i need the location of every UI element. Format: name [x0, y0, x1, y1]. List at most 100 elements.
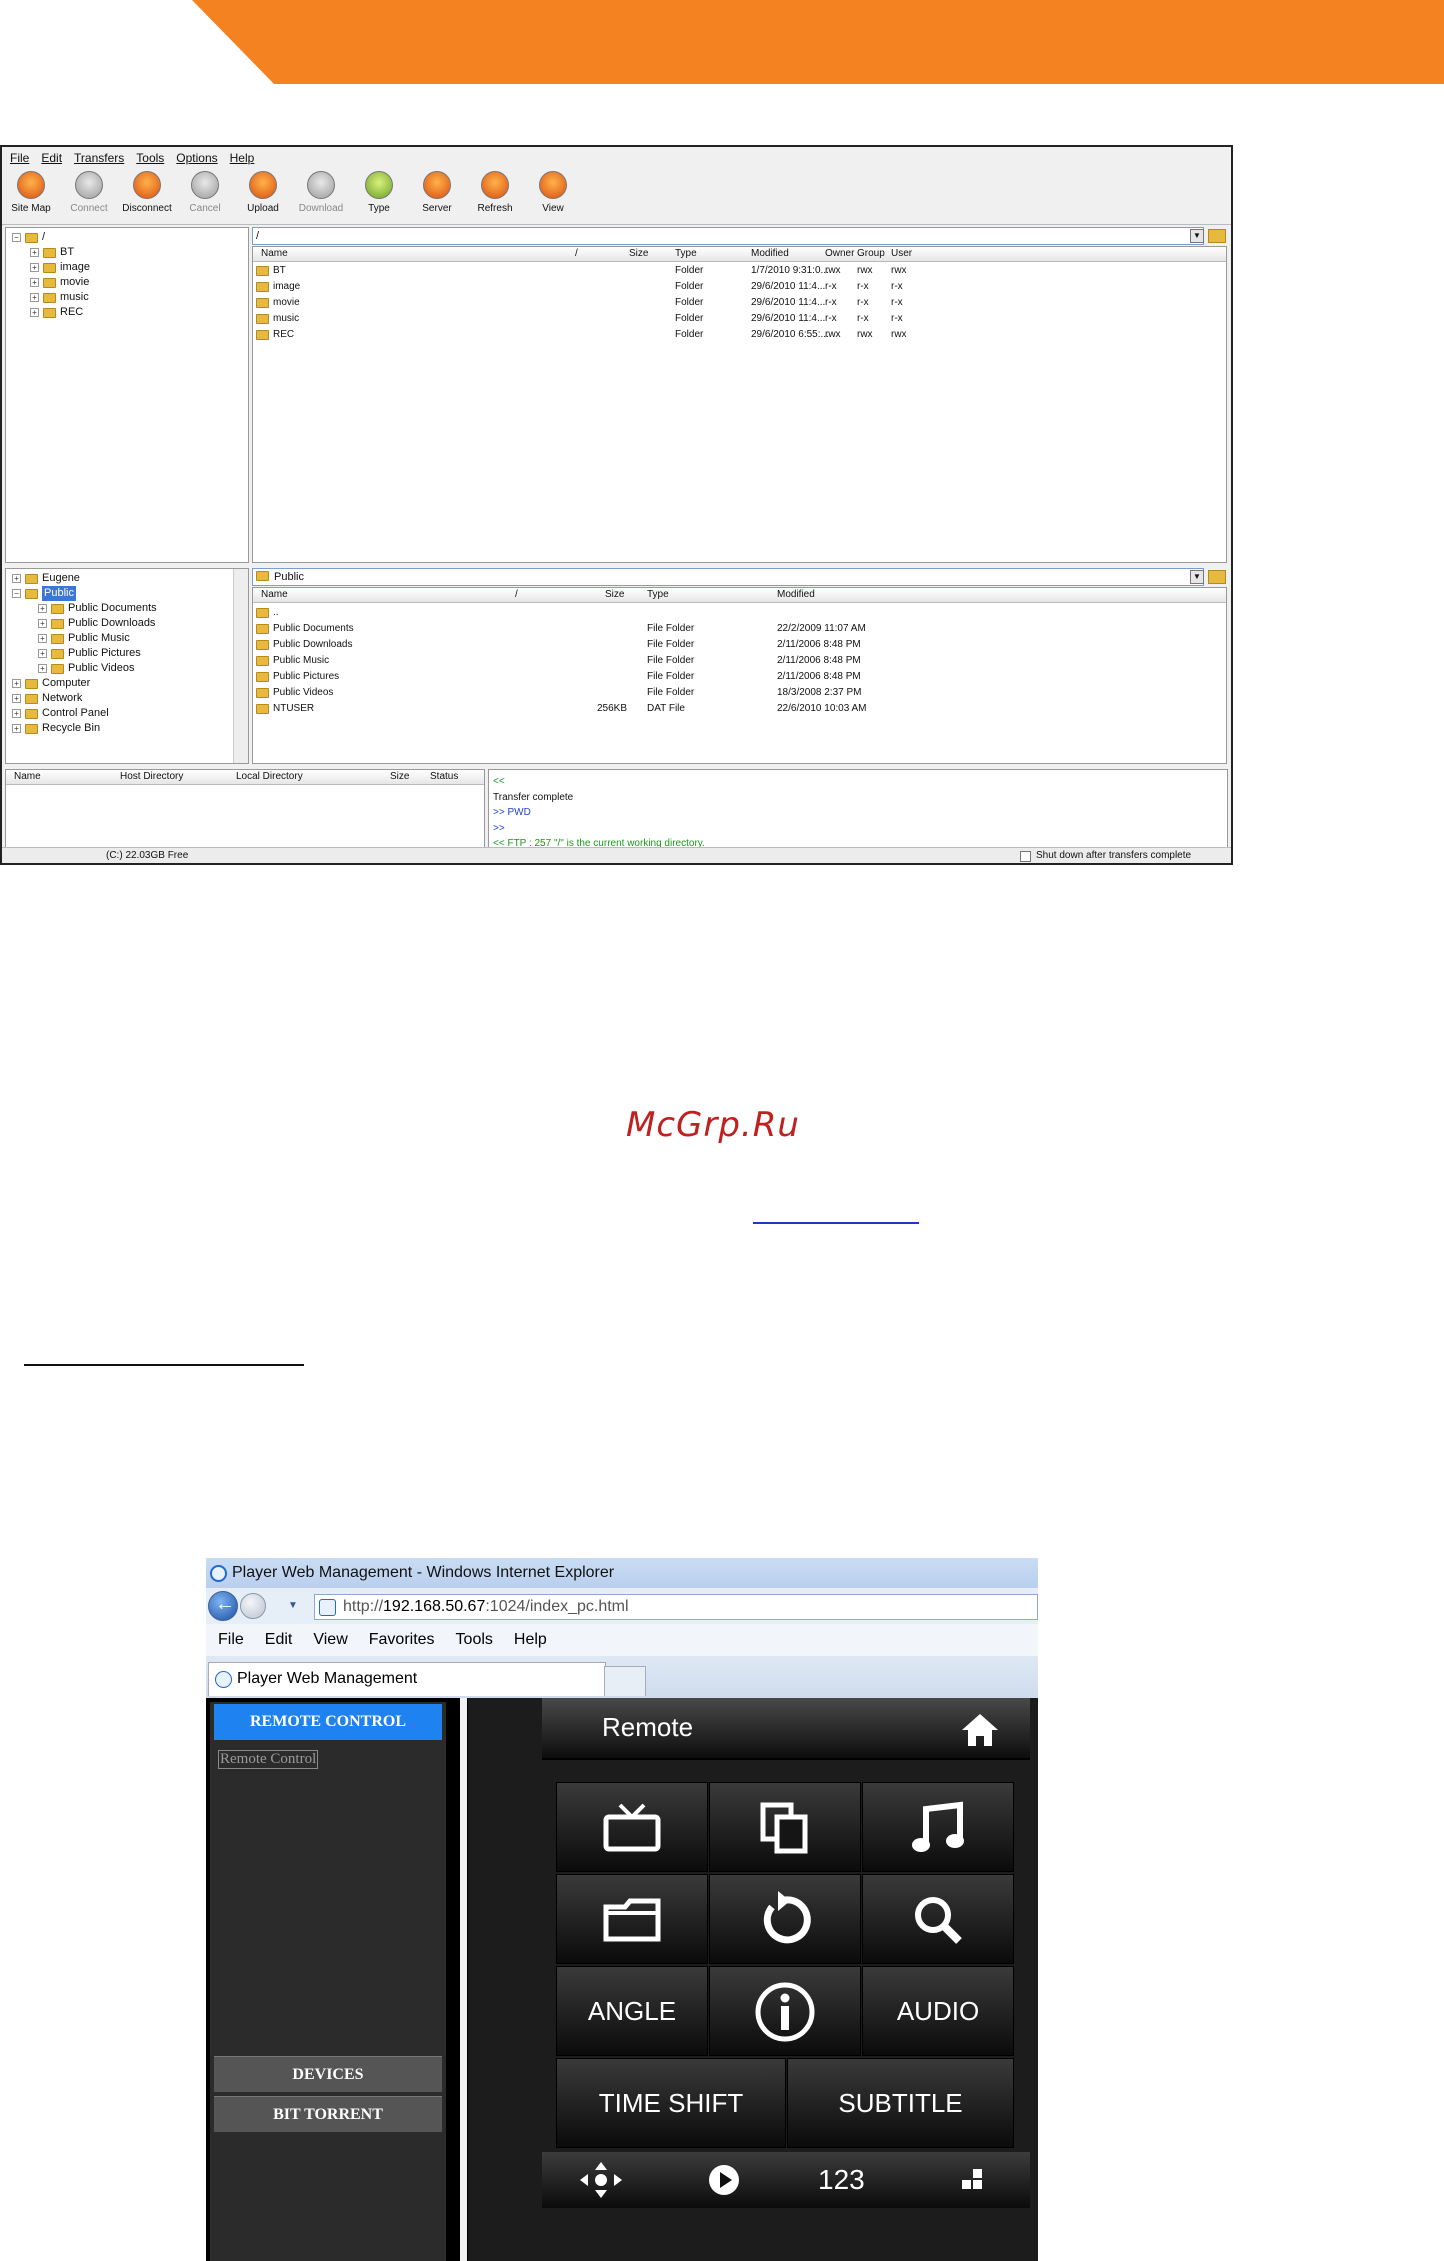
remote-control-button[interactable]: REMOTE CONTROL	[214, 1704, 442, 1740]
remote-col-6[interactable]: Group	[857, 247, 885, 261]
queue-col-3[interactable]: Size	[390, 770, 409, 784]
toolbar-connect-button[interactable]: Connect	[60, 169, 118, 224]
tv-button[interactable]	[556, 1782, 708, 1872]
devices-button[interactable]: DEVICES	[214, 2056, 442, 2092]
table-row[interactable]: Public Documents File Folder 22/2/2009 11:…	[253, 621, 1226, 637]
remote-col-5[interactable]: Owner	[825, 247, 854, 261]
expand-icon[interactable]: +	[30, 248, 39, 257]
audio-button[interactable]: AUDIO	[862, 1966, 1014, 2056]
local-tree-item[interactable]: + Public Documents	[12, 601, 230, 616]
toolbar-upload-button[interactable]: Upload	[234, 169, 292, 224]
remote-folder-up-icon[interactable]	[1208, 229, 1226, 243]
info-button[interactable]	[709, 1966, 861, 2056]
local-tree-item[interactable]: + Network	[12, 691, 230, 706]
ftp-menu-help[interactable]: Help	[230, 151, 255, 167]
remote-tree-item[interactable]: + music	[12, 290, 242, 305]
remote-tree-root[interactable]: /	[42, 230, 45, 245]
local-tree-item[interactable]: + Public Downloads	[12, 616, 230, 631]
navigation-pad-icon[interactable]	[578, 2160, 624, 2200]
queue-col-0[interactable]: Name	[14, 770, 41, 784]
toolbar-type-button[interactable]: Type	[350, 169, 408, 224]
search-button[interactable]	[862, 1874, 1014, 1964]
ie-menu-favorites[interactable]: Favorites	[369, 1631, 435, 1649]
music-button[interactable]	[862, 1782, 1014, 1872]
ftp-menu-tools[interactable]: Tools	[136, 151, 164, 167]
queue-col-1[interactable]: Host Directory	[120, 770, 183, 784]
remote-tree-item[interactable]: + BT	[12, 245, 242, 260]
local-path-field[interactable]: Public	[252, 568, 1204, 586]
queue-col-2[interactable]: Local Directory	[236, 770, 303, 784]
ie-menu-tools[interactable]: Tools	[456, 1631, 493, 1649]
toolbar-site-map-button[interactable]: Site Map	[2, 169, 60, 224]
table-row[interactable]: Public Videos File Folder 18/3/2008 2:37 P…	[253, 685, 1226, 701]
expand-icon[interactable]: +	[12, 709, 21, 718]
table-row[interactable]: BT Folder 1/7/2010 9:31:0... rwx rwx rwx	[253, 263, 1226, 279]
table-row[interactable]: Public Pictures File Folder 2/11/2006 8:48…	[253, 669, 1226, 685]
expand-icon[interactable]: −	[12, 589, 21, 598]
remote-col-7[interactable]: User	[891, 247, 912, 261]
expand-icon[interactable]: +	[12, 724, 21, 733]
local-tree-item[interactable]: + Public Pictures	[12, 646, 230, 661]
local-col-4[interactable]: Modified	[777, 588, 815, 602]
expand-icon[interactable]: +	[30, 263, 39, 272]
expand-icon[interactable]: +	[30, 308, 39, 317]
expand-icon[interactable]: +	[30, 293, 39, 302]
folder-button[interactable]	[556, 1874, 708, 1964]
toolbar-download-button[interactable]: Download	[292, 169, 350, 224]
local-tree-item[interactable]: − Public	[12, 586, 230, 601]
expand-icon[interactable]: +	[38, 604, 47, 613]
local-tree-item[interactable]: + Eugene	[12, 571, 230, 586]
expand-icon[interactable]: +	[12, 574, 21, 583]
forward-button[interactable]	[240, 1593, 266, 1619]
local-tree-item[interactable]: + Computer	[12, 676, 230, 691]
frame-divider[interactable]	[460, 1698, 467, 2261]
local-path-dropdown-icon[interactable]: ▼	[1190, 570, 1204, 584]
ie-menu-help[interactable]: Help	[514, 1631, 547, 1649]
table-row[interactable]: movie Folder 29/6/2010 11:4... r-x r-x r-x	[253, 295, 1226, 311]
copy-button[interactable]	[709, 1782, 861, 1872]
local-tree-item[interactable]: + Public Music	[12, 631, 230, 646]
local-col-2[interactable]: Size	[605, 588, 624, 602]
expand-icon[interactable]: +	[38, 619, 47, 628]
local-col-3[interactable]: Type	[647, 588, 669, 602]
shutdown-checkbox[interactable]	[1020, 851, 1031, 862]
toolbar-server-button[interactable]: Server	[408, 169, 466, 224]
table-row[interactable]: music Folder 29/6/2010 11:4... r-x r-x r-x	[253, 311, 1226, 327]
expand-icon[interactable]: +	[12, 694, 21, 703]
table-row[interactable]: REC Folder 29/6/2010 6:55:... rwx rwx rwx	[253, 327, 1226, 343]
remote-tree-item[interactable]: + REC	[12, 305, 242, 320]
table-row[interactable]: ..	[253, 605, 1226, 621]
ie-menu-view[interactable]: View	[313, 1631, 347, 1649]
remote-tree-item[interactable]: + image	[12, 260, 242, 275]
remote-col-2[interactable]: Size	[629, 247, 648, 261]
remote-col-1[interactable]: /	[575, 247, 578, 261]
grid-menu-icon[interactable]	[960, 2168, 984, 2192]
expand-icon[interactable]: +	[38, 664, 47, 673]
queue-col-4[interactable]: Status	[430, 770, 458, 784]
local-col-1[interactable]: /	[515, 588, 518, 602]
remote-col-0[interactable]: Name	[261, 247, 288, 261]
remote-col-4[interactable]: Modified	[751, 247, 789, 261]
local-folder-up-icon[interactable]	[1208, 570, 1226, 584]
play-icon[interactable]	[708, 2164, 740, 2196]
expand-icon[interactable]: +	[12, 679, 21, 688]
ie-menu-edit[interactable]: Edit	[265, 1631, 293, 1649]
ftp-menu-edit[interactable]: Edit	[41, 151, 62, 167]
remote-path-field[interactable]: /	[252, 227, 1204, 245]
tab-player-web-management[interactable]: Player Web Management	[208, 1662, 606, 1696]
remote-path-dropdown-icon[interactable]: ▼	[1190, 229, 1204, 243]
expand-icon[interactable]: +	[38, 634, 47, 643]
toolbar-view-button[interactable]: View	[524, 169, 582, 224]
ftp-menu-transfers[interactable]: Transfers	[74, 151, 124, 167]
replay-button[interactable]	[709, 1874, 861, 1964]
table-row[interactable]: Public Downloads File Folder 2/11/2006 8:4…	[253, 637, 1226, 653]
back-button[interactable]: ←	[208, 1591, 238, 1621]
toolbar-disconnect-button[interactable]: Disconnect	[118, 169, 176, 224]
local-tree-scrollbar[interactable]	[233, 569, 248, 763]
ie-menu-file[interactable]: File	[218, 1631, 244, 1649]
ftp-menu-file[interactable]: File	[10, 151, 29, 167]
remote-control-link[interactable]: Remote Control	[218, 1750, 319, 1769]
remote-tree-item[interactable]: + movie	[12, 275, 242, 290]
table-row[interactable]: Public Music File Folder 2/11/2006 8:48 PM	[253, 653, 1226, 669]
ftp-menu-options[interactable]: Options	[176, 151, 217, 167]
